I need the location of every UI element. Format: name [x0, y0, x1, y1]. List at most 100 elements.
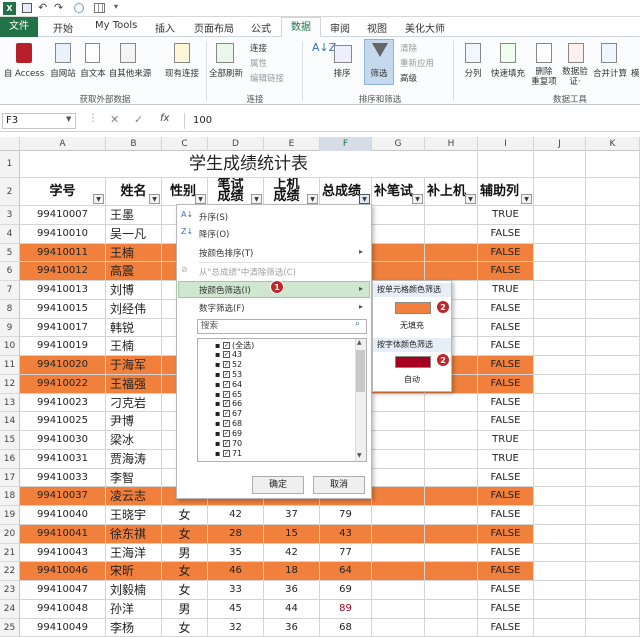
cell-aux[interactable]: TRUE — [478, 281, 534, 300]
existing-connections-button[interactable]: 现有连接 — [160, 67, 204, 79]
header-name[interactable]: 姓名▼ — [106, 178, 162, 206]
cell[interactable] — [586, 178, 640, 206]
cell[interactable] — [425, 412, 478, 431]
cell-aux[interactable]: FALSE — [478, 487, 534, 506]
cell-name[interactable]: 王楠 — [106, 244, 162, 263]
header-retake-computer[interactable]: 补上机▼ — [425, 178, 478, 206]
cell-student-id[interactable]: 99410019 — [20, 337, 106, 356]
cell[interactable] — [534, 356, 586, 375]
cell-name[interactable]: 高震 — [106, 262, 162, 281]
filter-dropdown-icon[interactable]: ▼ — [307, 194, 318, 204]
filter-value-checkbox[interactable]: ▪ ✓52 — [215, 360, 242, 369]
cell[interactable] — [534, 450, 586, 469]
filter-value-checkbox[interactable]: ▪ ✓68 — [215, 419, 242, 428]
tab-file[interactable]: 文件 — [0, 17, 38, 37]
cell-aux[interactable]: FALSE — [478, 544, 534, 563]
cell-name[interactable]: 韩锐 — [106, 319, 162, 338]
filter-value-checkbox[interactable]: ▪ ✓66 — [215, 399, 242, 408]
filter-value-checkbox[interactable]: ▪ ✓69 — [215, 429, 242, 438]
cell-aux[interactable]: FALSE — [478, 619, 534, 637]
cell-name[interactable]: 尹博 — [106, 412, 162, 431]
cell-name[interactable]: 王福强 — [106, 375, 162, 394]
cell[interactable] — [478, 151, 534, 178]
cell[interactable]: 女 — [162, 506, 208, 525]
cell-aux[interactable]: FALSE — [478, 469, 534, 488]
cell[interactable] — [372, 412, 425, 431]
filter-value-checkbox[interactable]: ▪ ✓71 — [215, 449, 242, 458]
cell-student-id[interactable]: 99410020 — [20, 356, 106, 375]
cell[interactable] — [534, 431, 586, 450]
cell[interactable] — [534, 581, 586, 600]
cell[interactable] — [534, 225, 586, 244]
cell[interactable] — [372, 525, 425, 544]
tab-data[interactable]: 数据 — [281, 17, 321, 38]
cell-name[interactable]: 李杨 — [106, 619, 162, 637]
cell-aux[interactable]: FALSE — [478, 600, 534, 619]
filter-value-checkbox[interactable]: ▪ ✓53 — [215, 370, 242, 379]
model-button[interactable]: 模 — [631, 67, 640, 79]
cell[interactable] — [586, 619, 640, 637]
cell[interactable] — [534, 412, 586, 431]
cell[interactable] — [372, 506, 425, 525]
refresh-all-button[interactable]: 全部刷新 — [206, 67, 246, 79]
cell[interactable] — [425, 581, 478, 600]
tab-page-layout[interactable]: 页面布局 — [194, 20, 234, 35]
row-header[interactable]: 25 — [0, 619, 20, 637]
number-filters-item[interactable]: 数字筛选(F) — [199, 302, 245, 314]
ok-button[interactable]: 确定 — [252, 476, 304, 494]
cell-aux[interactable]: FALSE — [478, 525, 534, 544]
cell[interactable] — [534, 319, 586, 338]
cell-student-id[interactable]: 99410023 — [20, 394, 106, 413]
checkbox-checked-icon[interactable]: ✓ — [223, 420, 230, 427]
cell[interactable] — [534, 544, 586, 563]
filter-value-checkbox[interactable]: ▪ ✓65 — [215, 390, 242, 399]
filter-dropdown-icon[interactable]: ▼ — [412, 194, 423, 204]
filter-value-checkbox[interactable]: ▪ ✓67 — [215, 409, 242, 418]
cell[interactable] — [586, 300, 640, 319]
col-header-a[interactable]: A — [20, 137, 106, 151]
col-header-b[interactable]: B — [106, 137, 162, 151]
row-header[interactable]: 8 — [0, 300, 20, 319]
cell-name[interactable]: 王墨 — [106, 206, 162, 225]
cell[interactable]: 35 — [208, 544, 264, 563]
cell-name[interactable]: 刁克岩 — [106, 394, 162, 413]
cell[interactable]: 46 — [208, 562, 264, 581]
cell[interactable] — [372, 544, 425, 563]
redo-icon[interactable]: ↷ — [54, 1, 63, 14]
tab-insert[interactable]: 插入 — [155, 20, 175, 35]
cell[interactable]: 37 — [264, 506, 320, 525]
cell[interactable] — [586, 244, 640, 263]
tab-my-tools[interactable]: My Tools — [95, 20, 137, 31]
header-aux[interactable]: 辅助列▼ — [478, 178, 534, 206]
cell[interactable] — [586, 375, 640, 394]
row-header[interactable]: 7 — [0, 281, 20, 300]
cell[interactable] — [425, 487, 478, 506]
cell[interactable]: 15 — [264, 525, 320, 544]
from-web-button[interactable]: 自网站 — [48, 67, 78, 79]
scrollbar-down-icon[interactable]: ▼ — [357, 452, 362, 459]
cell[interactable] — [534, 300, 586, 319]
cell[interactable] — [425, 562, 478, 581]
filter-dropdown-icon[interactable]: ▼ — [465, 194, 476, 204]
cell-total[interactable]: 43 — [320, 525, 372, 544]
cell[interactable] — [372, 450, 425, 469]
cell[interactable] — [425, 525, 478, 544]
checkbox-checked-icon[interactable]: ✓ — [223, 381, 230, 388]
checkbox-checked-icon[interactable]: ✓ — [223, 430, 230, 437]
cell-aux[interactable]: TRUE — [478, 206, 534, 225]
cell-name[interactable]: 孙洋 — [106, 600, 162, 619]
cell-aux[interactable]: FALSE — [478, 412, 534, 431]
row-header[interactable]: 4 — [0, 225, 20, 244]
row-header[interactable]: 21 — [0, 544, 20, 563]
cell[interactable] — [534, 562, 586, 581]
row-header[interactable]: 3 — [0, 206, 20, 225]
cell-aux[interactable]: FALSE — [478, 244, 534, 263]
cell[interactable] — [425, 225, 478, 244]
checkbox-checked-icon[interactable]: ✓ — [223, 361, 230, 368]
name-box-dropdown-icon[interactable]: ▼ — [66, 115, 71, 123]
row-header[interactable]: 16 — [0, 450, 20, 469]
orange-fill-swatch[interactable] — [395, 302, 431, 314]
clear-button[interactable]: 清除 — [400, 42, 417, 54]
cell-student-id[interactable]: 99410031 — [20, 450, 106, 469]
col-header-j[interactable]: J — [534, 137, 586, 151]
